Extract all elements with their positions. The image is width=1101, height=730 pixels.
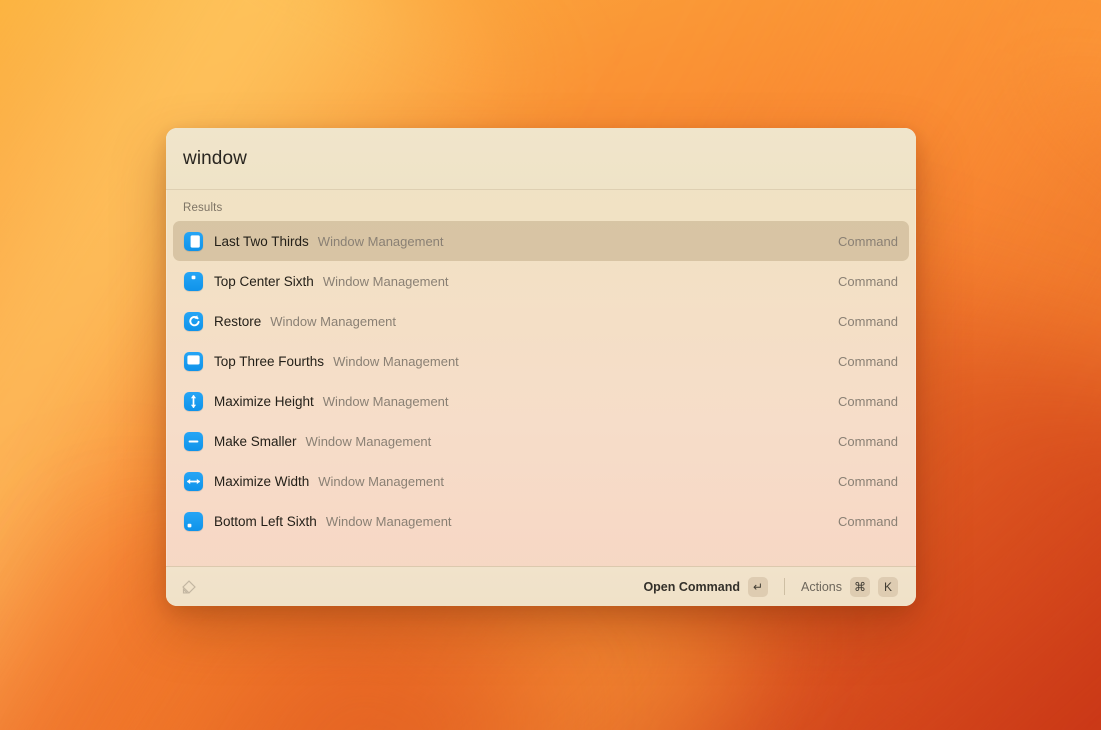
result-type-badge: Command	[838, 473, 898, 489]
k-key[interactable]: K	[878, 576, 898, 597]
open-command-label: Open Command	[643, 579, 740, 594]
window-restore-icon	[184, 311, 203, 331]
return-key[interactable]: ↵	[748, 576, 768, 597]
result-type-badge: Command	[838, 353, 898, 369]
result-title: Bottom Left Sixth	[214, 513, 317, 529]
raycast-logo-icon	[178, 576, 200, 598]
result-title: Last Two Thirds	[214, 233, 309, 249]
result-row[interactable]: Maximize Height Window Management Command	[173, 381, 909, 421]
result-row[interactable]: Top Three Fourths Window Management Comman…	[173, 341, 909, 381]
result-subtitle: Window Management	[322, 393, 449, 409]
search-header	[166, 128, 916, 190]
desktop-wallpaper: Results Last Two Thirds Window Management…	[0, 0, 1101, 730]
result-type-badge: Command	[838, 273, 898, 289]
result-row[interactable]: Maximize Width Window Management Command	[173, 461, 909, 501]
footer-divider	[784, 578, 785, 595]
result-row[interactable]: Top Center Sixth Window Management Command	[173, 261, 909, 301]
command-key[interactable]: ⌘	[850, 576, 870, 597]
result-subtitle: Window Management	[318, 473, 444, 489]
result-subtitle: Window Management	[333, 353, 459, 369]
result-type-badge: Command	[838, 433, 898, 449]
search-input[interactable]	[183, 147, 899, 170]
footer-bar: Open Command ↵ Actions ⌘ K	[166, 566, 916, 606]
open-command-action[interactable]: Open Command ↵	[637, 574, 774, 600]
result-type-badge: Command	[838, 313, 898, 329]
result-type-badge: Command	[838, 513, 898, 529]
make-smaller-icon	[184, 431, 203, 451]
result-title: Maximize Width	[214, 473, 310, 489]
window-last-two-thirds-icon	[184, 231, 203, 251]
actions-menu-button[interactable]: Actions ⌘ K	[795, 574, 904, 600]
results-list[interactable]: Last Two Thirds Window Management Command T…	[166, 221, 916, 543]
result-type-badge: Command	[838, 233, 898, 249]
window-top-center-sixth-icon	[184, 271, 203, 291]
result-row[interactable]: Last Two Thirds Window Management Command	[173, 221, 909, 261]
result-subtitle: Window Management	[325, 513, 452, 529]
result-subtitle: Window Management	[317, 233, 444, 249]
raycast-launcher-window: Results Last Two Thirds Window Management…	[166, 128, 916, 606]
result-title: Restore	[214, 313, 262, 329]
result-title: Top Center Sixth	[214, 273, 314, 289]
maximize-height-icon	[184, 391, 203, 411]
result-title: Top Three Fourths	[214, 353, 325, 369]
maximize-width-icon	[184, 471, 203, 491]
result-row[interactable]: Bottom Left Sixth Window Management Comman…	[173, 501, 909, 541]
results-area: Results Last Two Thirds Window Management…	[166, 190, 916, 543]
result-row[interactable]: Last ThirdWindow ManagementCommand	[173, 541, 909, 543]
result-type-badge: Command	[838, 393, 898, 409]
actions-label: Actions	[801, 579, 842, 594]
result-row[interactable]: Restore Window Management Command	[173, 301, 909, 341]
result-title: Make Smaller	[214, 433, 297, 449]
window-top-three-fourths-icon	[184, 351, 203, 371]
result-title: Maximize Height	[214, 393, 314, 409]
results-section-label: Results	[183, 202, 223, 214]
result-subtitle: Window Management	[270, 313, 397, 329]
result-subtitle: Window Management	[305, 433, 432, 449]
result-row[interactable]: Make Smaller Window Management Command	[173, 421, 909, 461]
result-subtitle: Window Management	[322, 273, 449, 289]
window-bottom-left-sixth-icon	[184, 511, 203, 531]
